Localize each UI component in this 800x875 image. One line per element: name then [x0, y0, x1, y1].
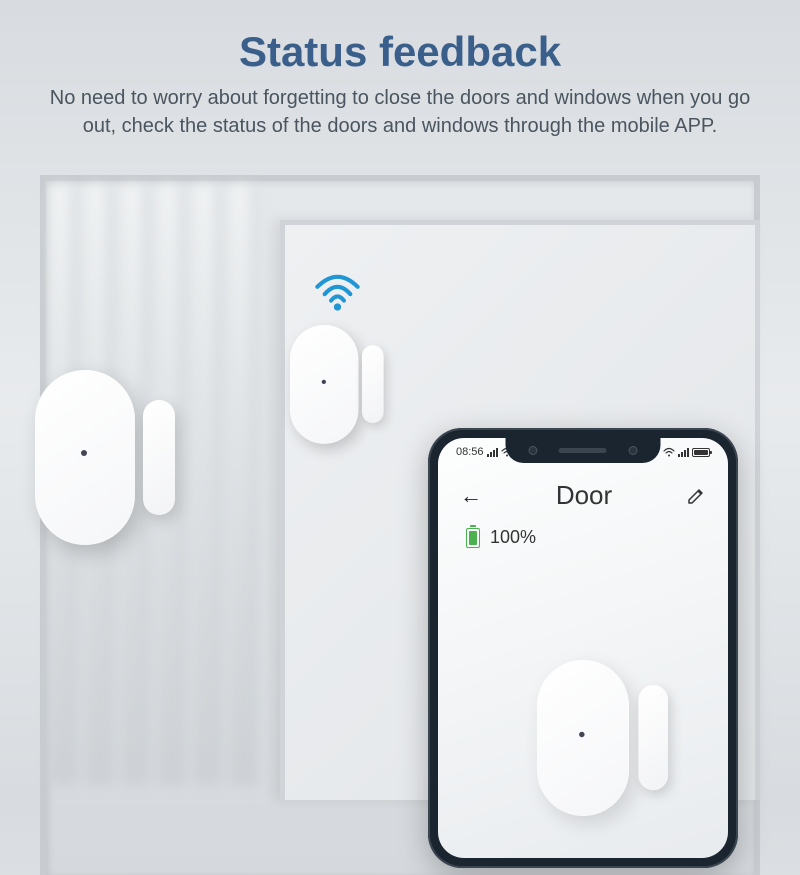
sensor-main-body — [290, 325, 358, 444]
battery-percentage: 100% — [490, 527, 536, 548]
front-camera-icon — [528, 446, 537, 455]
sensor-led-indicator — [81, 450, 87, 456]
sensor-magnet-strip — [143, 400, 175, 515]
front-sensor-icon — [629, 446, 638, 455]
status-bar-time: 08:56 — [456, 446, 484, 458]
phone-notch — [506, 438, 661, 463]
wifi-icon — [310, 268, 365, 318]
device-battery-status: 100% — [438, 525, 728, 550]
page-title: Status feedback — [0, 28, 800, 76]
phone-speaker — [559, 448, 607, 453]
header-section: Status feedback No need to worry about f… — [0, 0, 800, 140]
signal-bars-icon — [487, 447, 498, 457]
app-header: ← Door — [438, 464, 728, 525]
phone-frame: 08:56 — [428, 428, 738, 868]
page-subtitle: No need to worry about forgetting to clo… — [40, 84, 760, 140]
sensor-main-body — [35, 370, 135, 545]
battery-level-icon — [466, 528, 480, 548]
sensor-magnet-strip — [638, 685, 668, 790]
sensor-illustration — [537, 660, 629, 816]
phone-mockup: 08:56 — [428, 428, 738, 868]
sensor-main-body — [537, 660, 629, 816]
app-screen-title: Door — [556, 480, 612, 511]
battery-status-icon — [692, 448, 710, 457]
sensor-magnet-strip — [362, 345, 384, 423]
edit-button[interactable] — [686, 486, 706, 506]
wifi-status-icon-right — [663, 447, 675, 457]
signal-bars-icon-right — [678, 447, 689, 457]
door-sensor-device-middle — [290, 325, 358, 444]
sensor-led-indicator — [322, 380, 326, 384]
phone-screen: 08:56 — [438, 438, 728, 858]
door-sensor-device-left — [35, 370, 135, 545]
sensor-led-indicator — [579, 732, 584, 737]
back-button[interactable]: ← — [460, 483, 482, 509]
